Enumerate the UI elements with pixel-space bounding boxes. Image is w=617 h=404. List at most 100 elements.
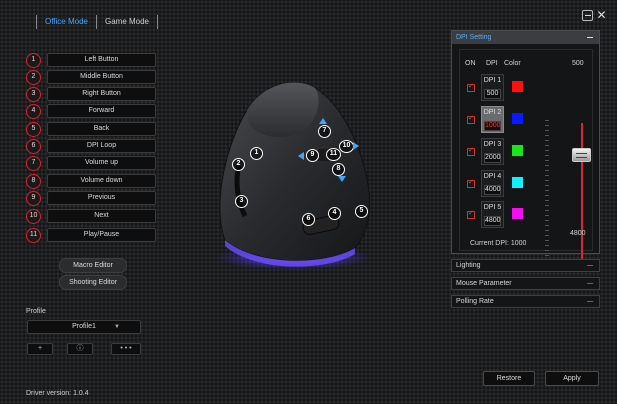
dpi-stage-box[interactable]: DPI 3 2000 [481,138,504,165]
dpi-stage-checkbox[interactable] [467,82,475,92]
dpi-stage-checkbox[interactable] [467,178,475,188]
expand-icon [587,265,593,266]
mouse-callout-2: 2 [232,158,245,171]
expand-icon [587,283,593,284]
dpi-stage-name: DPI 2 [483,109,502,116]
close-icon[interactable]: ✕ [596,9,607,21]
dpi-stage-value[interactable]: 4000 [484,185,501,195]
expand-icon [587,301,593,302]
profile-label: Profile [26,308,46,315]
dpi-color-swatch[interactable] [512,113,523,124]
button-row-4: 4 Forward [26,104,156,119]
button-number-badge: 2 [26,70,41,85]
button-row-7: 7 Volume up [26,156,156,171]
button-number-badge: 3 [26,87,41,102]
right-button-assign[interactable]: Right Button [47,87,156,101]
tab-divider [157,15,159,29]
dpi-slider-track[interactable] [581,123,583,265]
profile-selected-value: Profile1 [72,323,96,330]
minimize-icon[interactable] [582,10,593,21]
mouse-callout-10: 10 [339,140,354,153]
dpi-setting-panel: DPI Setting ON DPI Color 500 DPI 1 500 D… [451,30,600,265]
mouse-callout-9: 9 [306,149,319,162]
mouse-callout-6: 6 [302,213,315,226]
dpi-stage-checkbox[interactable] [467,114,475,124]
add-profile-button[interactable]: + [27,343,53,355]
volume-up-button-assign[interactable]: Volume up [47,156,156,170]
mouse-callout-3: 3 [235,195,248,208]
next-button-assign[interactable]: Next [47,209,156,223]
previous-button-assign[interactable]: Previous [47,191,156,205]
dpi-loop-button-assign[interactable]: DPI Loop [47,139,156,153]
mouse-callout-11: 11 [326,148,341,161]
dpi-color-swatch[interactable] [512,145,523,156]
lighting-panel[interactable]: Lighting [451,259,600,272]
forward-button-assign[interactable]: Forward [47,104,156,118]
profile-info-button[interactable]: ⓘ [67,343,93,355]
dpi-setting-title: DPI Setting [456,34,492,41]
dpi-stage-value[interactable]: 4800 [484,216,501,226]
shooting-editor-button[interactable]: Shooting Editor [59,275,127,290]
button-number-badge: 7 [26,156,41,171]
left-button-assign[interactable]: Left Button [47,53,156,67]
dpi-color-swatch[interactable] [512,81,523,92]
dpi-stage-row: DPI 2 1000 [460,106,550,134]
polling-rate-panel[interactable]: Polling Rate [451,295,600,308]
button-row-2: 2 Middle Button [26,70,156,85]
button-row-8: 8 Volume down [26,174,156,189]
dpi-slider-thumb[interactable] [572,148,591,162]
button-row-1: 1 Left Button [26,53,156,68]
button-number-badge: 6 [26,139,41,154]
dpi-stage-checkbox[interactable] [467,146,475,156]
driver-version: Driver version: 1.0.4 [26,390,89,397]
dpi-stage-row: DPI 1 500 [460,74,550,102]
button-number-badge: 4 [26,104,41,119]
dpi-stage-value[interactable]: 500 [484,89,501,99]
play-pause-button-assign[interactable]: Play/Pause [47,228,156,242]
dpi-stage-checkbox[interactable] [467,209,475,219]
arrow-right-icon [353,142,359,150]
profile-more-button[interactable]: • • • [111,343,141,355]
dpi-color-swatch[interactable] [512,177,523,188]
dpi-stage-value[interactable]: 1000 [484,121,501,131]
button-row-10: 10 Next [26,209,156,224]
mouse-callout-4: 4 [328,207,341,220]
profile-select[interactable]: Profile1 ▼ [27,320,141,334]
tab-office-mode[interactable]: Office Mode [37,14,96,30]
back-button-assign[interactable]: Back [47,122,156,136]
apply-button[interactable]: Apply [545,371,599,386]
dpi-stage-box[interactable]: DPI 2 1000 [481,106,504,133]
tab-game-mode[interactable]: Game Mode [97,14,157,30]
macro-editor-button[interactable]: Macro Editor [59,258,127,273]
current-dpi-value: 1000 [510,240,527,247]
dpi-stage-box[interactable]: DPI 5 4800 [481,201,504,228]
dpi-stage-row: DPI 3 2000 [460,138,550,166]
dpi-stage-row: DPI 5 4800 [460,201,550,229]
mouse-callout-1: 1 [250,147,263,160]
dpi-setting-header[interactable]: DPI Setting [452,31,599,44]
dpi-stage-box[interactable]: DPI 1 500 [481,74,504,101]
polling-rate-title: Polling Rate [456,298,494,305]
mouse-parameter-panel[interactable]: Mouse Parameter [451,277,600,290]
current-dpi-label: Current DPI: [470,240,509,247]
arrow-left-icon [298,152,304,160]
dpi-stage-name: DPI 3 [483,141,502,148]
button-number-badge: 11 [26,228,41,243]
restore-button[interactable]: Restore [483,371,535,386]
volume-down-button-assign[interactable]: Volume down [47,174,156,188]
column-on: ON [465,60,476,67]
button-row-6: 6 DPI Loop [26,139,156,154]
dpi-stage-value[interactable]: 2000 [484,153,501,163]
mode-tabs: Office Mode Game Mode [36,14,159,30]
middle-button-assign[interactable]: Middle Button [47,70,156,84]
slider-max-label: 500 [572,60,584,67]
dpi-color-swatch[interactable] [512,208,523,219]
slider-min-label: 4800 [570,230,586,237]
chevron-down-icon: ▼ [114,324,120,330]
button-number-badge: 8 [26,174,41,189]
dpi-stage-box[interactable]: DPI 4 4000 [481,170,504,197]
arrow-down-icon [338,176,346,182]
button-row-9: 9 Previous [26,191,156,206]
button-number-badge: 1 [26,53,41,68]
collapse-icon[interactable] [587,37,593,38]
